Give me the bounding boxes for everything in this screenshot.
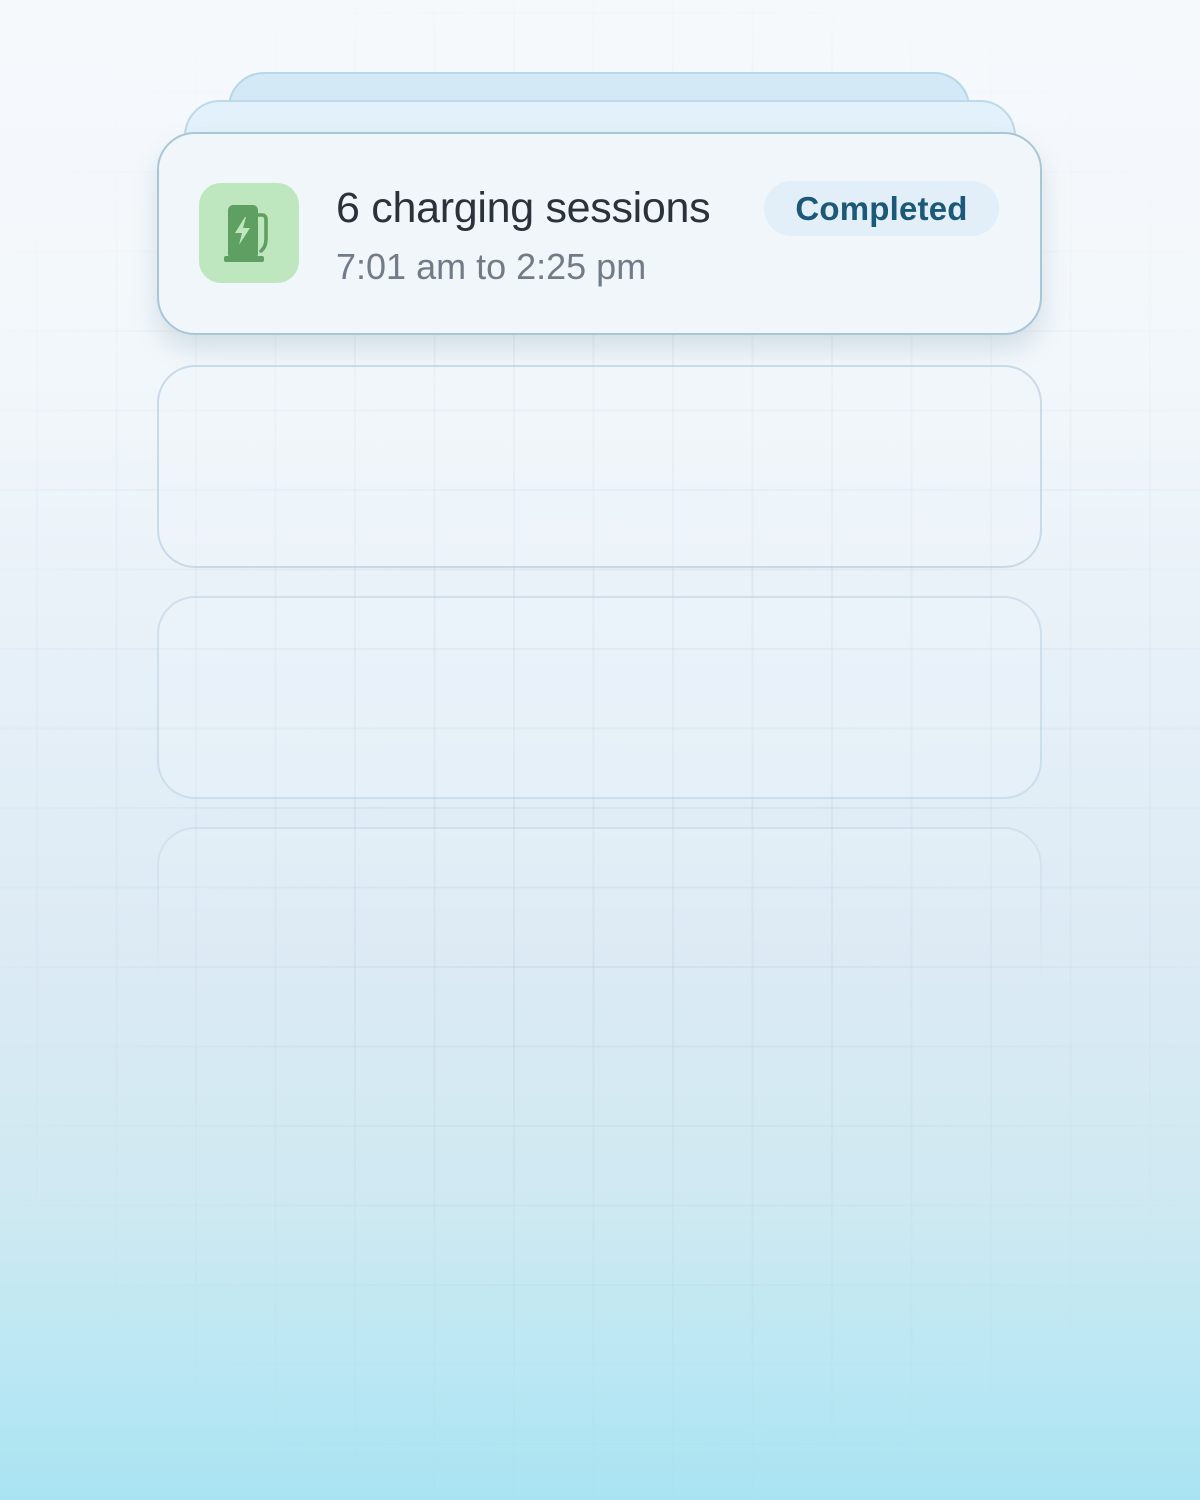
notification-time-range: 7:01 am to 2:25 pm: [336, 246, 647, 287]
ev-charger-icon: [224, 205, 268, 262]
placeholder-card: [157, 827, 1042, 1030]
notification-card[interactable]: 6 charging sessions 7:01 am to 2:25 pm C…: [157, 132, 1042, 335]
status-badge: Completed: [764, 181, 999, 236]
icon-tile: [199, 183, 299, 283]
notification-title: 6 charging sessions: [336, 184, 711, 232]
placeholder-card: [157, 596, 1042, 799]
placeholder-card: [157, 365, 1042, 568]
